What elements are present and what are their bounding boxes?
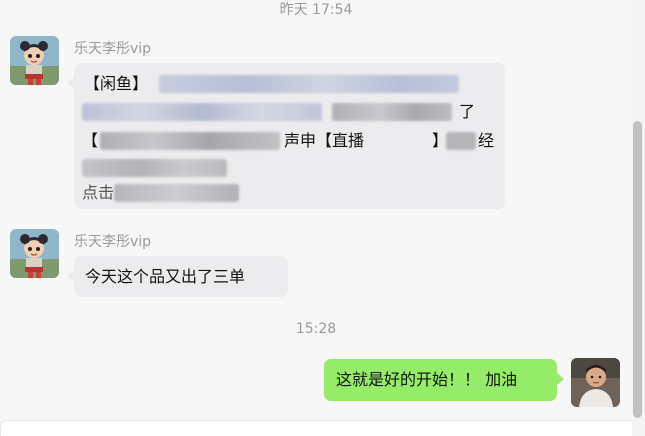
redacted-text — [159, 75, 459, 93]
cartoon-girl-avatar-icon — [10, 229, 59, 278]
redacted-text — [100, 132, 280, 150]
message-line3-a: 【 — [82, 131, 99, 150]
redacted-text — [82, 159, 227, 177]
message-bubble-outgoing[interactable]: 这就是好的开始！！ 加油 — [324, 359, 557, 401]
bubble-tail — [67, 77, 74, 89]
sender-name: 乐天李彤vip — [74, 234, 152, 250]
redacted-text — [446, 132, 476, 150]
message-line3-b: 声申【直播 — [284, 131, 365, 150]
bubble-tail — [557, 373, 564, 385]
chat-window: 昨天 17:54 乐天李彤vip 【闲鱼】 了 【 声申【直播 】 经 点击 乐… — [0, 0, 645, 436]
redacted-text — [114, 184, 239, 202]
scrollbar-thumb[interactable] — [633, 121, 642, 418]
redacted-text — [332, 103, 452, 121]
timestamp-middle: 15:28 — [295, 321, 337, 337]
message-line2-end: 了 — [459, 102, 476, 121]
cartoon-girl-avatar-icon — [10, 36, 59, 85]
sender-avatar[interactable] — [10, 36, 59, 85]
message-line3-d: 经 — [478, 131, 495, 150]
timestamp-top: 昨天 17:54 — [279, 2, 353, 18]
sender-avatar[interactable] — [10, 229, 59, 278]
message-prefix: 【闲鱼】 — [84, 74, 149, 93]
message-input-area[interactable] — [0, 420, 632, 436]
message-bubble-blurred[interactable]: 【闲鱼】 了 【 声申【直播 】 经 点击 — [74, 63, 505, 209]
message-line4-start: 点击 — [82, 183, 115, 202]
bubble-tail — [67, 270, 74, 282]
user-photo-avatar-icon — [571, 358, 620, 407]
message-bubble[interactable]: 今天这个品又出了三单 — [74, 256, 288, 297]
redacted-text — [82, 103, 322, 121]
sender-name: 乐天李彤vip — [74, 41, 152, 57]
self-avatar[interactable] — [571, 358, 620, 407]
